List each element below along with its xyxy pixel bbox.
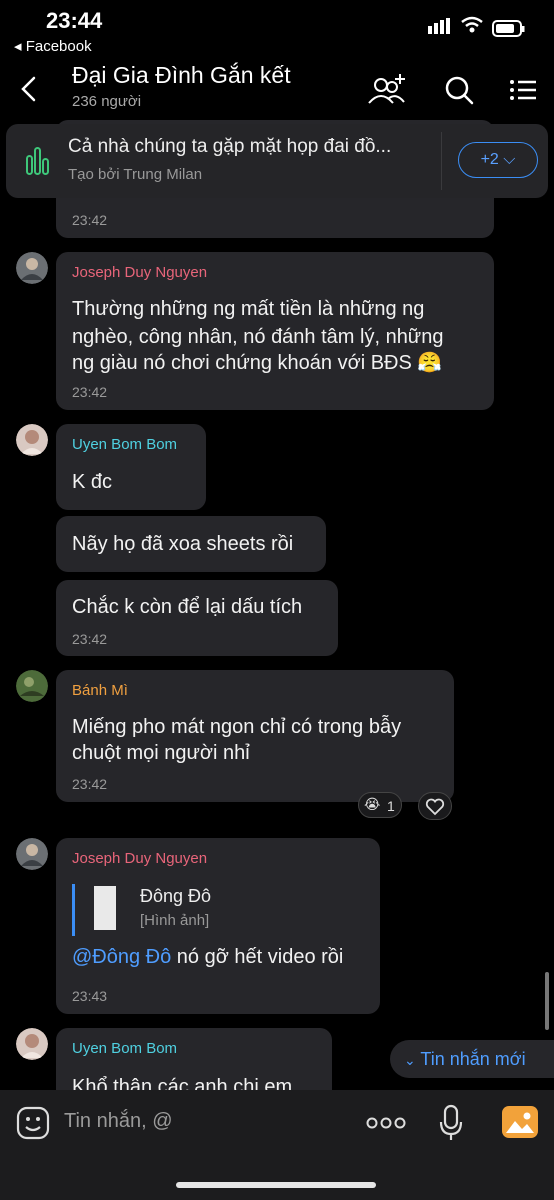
reaction-badge[interactable]: 😭 1 — [358, 792, 402, 818]
avatar[interactable] — [16, 838, 48, 870]
heart-icon — [425, 798, 445, 816]
sender-name[interactable]: Joseph Duy Nguyen — [72, 264, 207, 281]
message-text: K đc — [72, 471, 113, 493]
message-text: @Đông Đô nó gỡ hết video rồi — [72, 942, 343, 972]
pinned-creator: Tạo bởi Trung Milan — [68, 166, 203, 183]
quoted-image-thumbnail[interactable] — [94, 886, 116, 930]
microphone-icon[interactable] — [438, 1104, 464, 1142]
avatar[interactable] — [16, 252, 48, 284]
group-title[interactable]: Đại Gia Đình Gắn kết — [72, 62, 291, 89]
new-messages-label: Tin nhắn mới — [420, 1049, 526, 1069]
home-indicator — [176, 1182, 376, 1188]
new-messages-button[interactable]: ⌄ Tin nhắn mới — [390, 1040, 554, 1078]
back-arrow-icon[interactable] — [14, 72, 44, 106]
scrollbar[interactable] — [545, 972, 549, 1030]
wifi-icon — [461, 16, 483, 33]
message-text: Nãy họ đã xoa sheets rồi — [72, 533, 294, 555]
search-icon[interactable] — [440, 72, 482, 108]
message-time: 23:42 — [72, 776, 108, 792]
image-gallery-icon[interactable] — [502, 1106, 538, 1138]
message-text: Thường những ng mất tiền là những ng — [72, 298, 425, 320]
message-text: Chắc k còn để lại dấu tích — [72, 596, 303, 618]
message-time: 23:42 — [72, 384, 108, 400]
add-member-icon[interactable] — [366, 72, 408, 108]
quoted-sender: Đông Đô — [140, 886, 212, 906]
poll-chart-icon — [26, 147, 49, 175]
react-heart-button[interactable] — [418, 792, 452, 820]
status-bar: 23:44 ◂ Facebook — [0, 0, 554, 58]
back-to-facebook-link[interactable]: ◂ Facebook — [14, 37, 92, 55]
crying-emoji: 😭 — [364, 796, 381, 812]
member-count: 236 người — [72, 93, 142, 110]
mention-link[interactable]: @Đông Đô — [72, 946, 171, 968]
message-bubble[interactable]: Uyen Bom Bom K đc — [56, 424, 206, 510]
message-time: 23:43 — [72, 988, 108, 1004]
double-chevron-down-icon: ⌄ — [404, 1052, 416, 1068]
avatar[interactable] — [16, 1028, 48, 1060]
message-time: 23:42 — [72, 212, 108, 228]
avatar[interactable] — [16, 424, 48, 456]
message-bubble[interactable]: Nãy họ đã xoa sheets rồi — [56, 516, 326, 572]
quote-bar — [72, 884, 75, 936]
divider — [441, 132, 442, 190]
avatar[interactable] — [16, 670, 48, 702]
message-bubble[interactable]: Joseph Duy Nguyen Thường những ng mất ti… — [56, 252, 494, 410]
sender-name[interactable]: Joseph Duy Nguyen — [72, 850, 207, 867]
sender-name[interactable]: Uyen Bom Bom — [72, 1040, 177, 1057]
message-bubble[interactable]: Chắc k còn để lại dấu tích 23:42 — [56, 580, 338, 656]
sender-name[interactable]: Bánh Mì — [72, 682, 128, 699]
battery-icon — [492, 20, 525, 37]
message-input[interactable]: Tin nhắn, @ — [64, 1110, 173, 1133]
message-text-rest: nó gỡ hết video rồi — [171, 946, 344, 968]
menu-list-icon[interactable] — [504, 72, 546, 108]
pinned-message-banner[interactable]: Cả nhà chúng ta gặp mặt họp đai đồ... Tạ… — [6, 124, 548, 198]
pinned-text: Cả nhà chúng ta gặp mặt họp đai đồ... — [68, 136, 392, 157]
sender-name[interactable]: Uyen Bom Bom — [72, 436, 177, 453]
quoted-content: [Hình ảnh] — [140, 912, 210, 929]
clock: 23:44 — [46, 8, 103, 33]
message-text: chuột mọi người nhỉ — [72, 742, 250, 764]
signal-icon — [428, 18, 450, 34]
message-bubble[interactable]: Joseph Duy Nguyen Đông Đô [Hình ảnh] @Đô… — [56, 838, 380, 1014]
chat-header: Đại Gia Đình Gắn kết 236 người — [0, 58, 554, 122]
message-text: ng giàu nó chơi chứng khoán với BĐS 😤 — [72, 352, 443, 374]
message-bubble[interactable]: Bánh Mì Miếng pho mát ngon chỉ có trong … — [56, 670, 454, 802]
sticker-emoji-icon[interactable] — [16, 1106, 50, 1140]
reaction-count: 1 — [387, 798, 395, 814]
more-options-icon[interactable] — [366, 1116, 406, 1130]
message-time: 23:42 — [72, 631, 108, 647]
more-pinned-button[interactable]: +2 ⌵ — [458, 142, 538, 178]
message-composer: Tin nhắn, @ — [0, 1090, 554, 1200]
